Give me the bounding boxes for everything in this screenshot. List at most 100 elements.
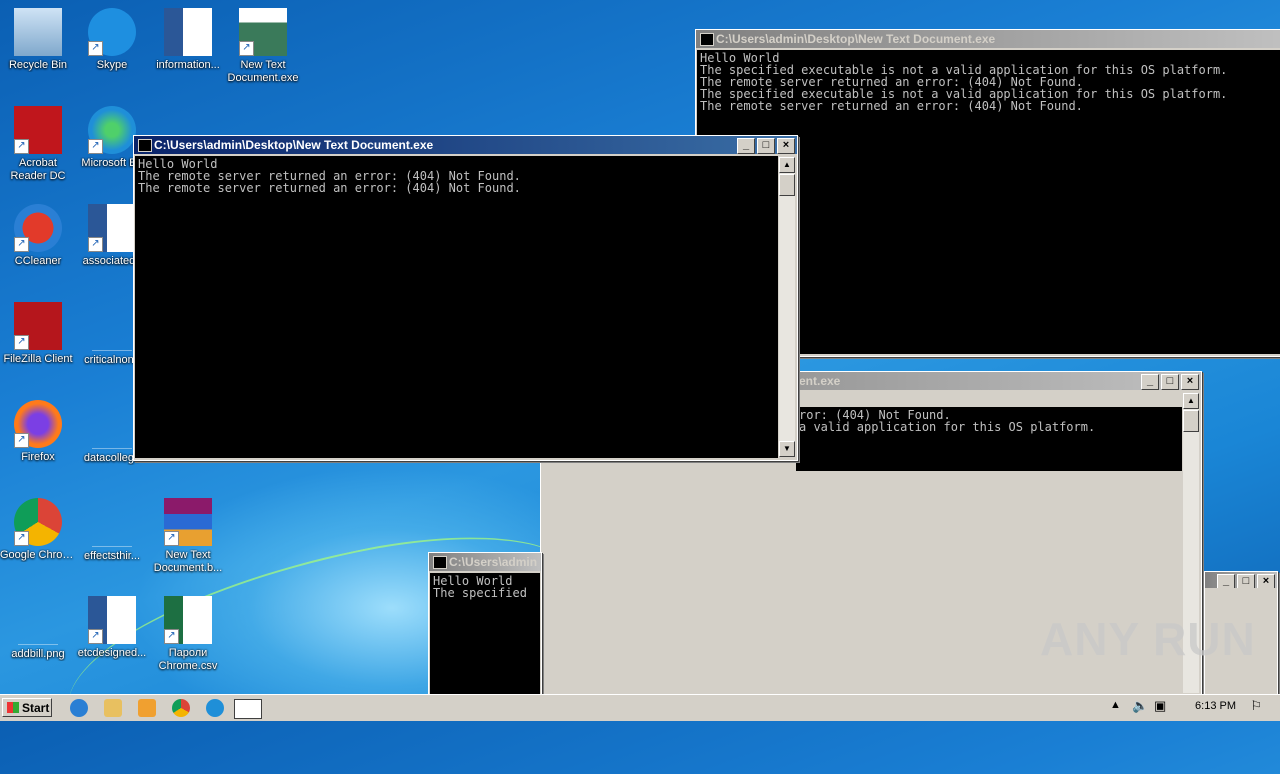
maximize-button[interactable]: □ [757,138,775,154]
desktop-icon-label: New Text Document.b... [153,549,223,574]
scroll-thumb[interactable] [1183,410,1199,432]
console-output: ror: (404) Not Found. a valid applicatio… [796,407,1182,471]
console-output: Hello World The specified [430,573,540,701]
vertical-scrollbar[interactable]: ▲ ▼ [779,157,795,457]
desktop-icon-label: Skype [96,59,128,71]
scroll-up-button[interactable]: ▲ [1183,393,1199,409]
window-title: ent.exe [799,374,841,388]
media-player-icon[interactable] [138,699,156,717]
start-button[interactable]: Start [2,698,52,717]
shortcut-arrow-icon: ↗ [14,335,29,350]
window-title-bar[interactable]: _ □ × [1205,572,1277,588]
acrobat-icon: ↗ [14,106,62,154]
minimize-button[interactable]: _ [737,138,755,154]
console-window-main[interactable]: C:\Users\admin\Desktop\New Text Document… [133,135,798,461]
clock[interactable]: 6:13 PM [1195,700,1236,712]
shortcut-arrow-icon: ↗ [14,531,29,546]
edge-icon: ↗ [88,106,136,154]
desktop-icon-firefox[interactable]: ↗ Firefox [0,400,76,464]
close-button[interactable]: × [1181,374,1199,390]
ccleaner-icon: ↗ [14,204,62,252]
scroll-thumb[interactable] [779,174,795,196]
desktop-icon-label: Acrobat Reader DC [10,157,66,182]
shortcut-arrow-icon: ↗ [88,41,103,56]
blank-file-icon [18,596,58,645]
desktop-icon-recycle-bin[interactable]: Recycle Bin [0,8,76,72]
window-title-bar[interactable]: C:\Users\admin [429,553,541,571]
console-icon[interactable] [234,699,262,719]
shortcut-arrow-icon: ↗ [88,139,103,154]
firefox-icon: ↗ [14,400,62,448]
desktop-icon-addbill[interactable]: addbill.png [0,596,76,661]
window-title: C:\Users\admin\Desktop\New Text Document… [154,138,434,152]
desktop-icon-label: Firefox [21,451,55,463]
scroll-up-button[interactable]: ▲ [779,157,795,173]
skype-icon: ↗ [88,8,136,56]
ie-icon[interactable] [70,699,88,717]
desktop-icon-google-chrome[interactable]: ↗ Google Chrome [0,498,76,562]
close-button[interactable]: × [777,138,795,154]
shortcut-arrow-icon: ↗ [14,139,29,154]
console-window-bottom-small[interactable]: C:\Users\admin Hello World The specified [428,552,542,702]
volume-icon[interactable]: 🔈 [1132,698,1148,714]
desktop-icon-filezilla[interactable]: ↗ FileZilla Client [0,302,76,366]
shortcut-arrow-icon: ↗ [14,237,29,252]
word-document-icon: ↗ [88,204,136,252]
maximize-button[interactable]: □ [1237,574,1255,588]
minimize-button[interactable]: _ [1141,374,1159,390]
blank-file-icon [92,498,132,547]
desktop-icon-paroli-chrome[interactable]: ↗ Пароли Chrome.csv [150,596,226,673]
shortcut-arrow-icon: ↗ [88,629,103,644]
desktop-icon-acrobat-reader[interactable]: ↗ Acrobat Reader DC [0,106,76,183]
word-document-icon [164,8,212,56]
explorer-icon[interactable] [104,699,122,717]
desktop-icon-etcdesigned[interactable]: ↗ etcdesigned... [74,596,150,660]
chrome-icon: ↗ [14,498,62,546]
network-icon[interactable]: ▣ [1154,698,1166,714]
blank-file-icon [92,400,132,449]
shortcut-arrow-icon: ↗ [239,41,254,56]
desktop-icon-label: CCleaner [14,255,62,267]
desktop-icon-new-text-document-b[interactable]: ↗ New Text Document.b... [150,498,226,575]
desktop-icon-ccleaner[interactable]: ↗ CCleaner [0,204,76,268]
window-title: C:\Users\admin\Desktop\New Text Document… [716,32,996,46]
shortcut-arrow-icon: ↗ [164,629,179,644]
desktop-icon-information[interactable]: information... [150,8,226,72]
window-title: C:\Users\admin [449,555,538,569]
console-icon [433,556,447,569]
blank-file-icon [92,302,132,351]
filezilla-icon: ↗ [14,302,62,350]
console-output: Hello World The remote server returned a… [135,156,778,458]
scroll-down-button[interactable]: ▼ [779,441,795,457]
close-button[interactable]: × [1257,574,1275,588]
anyrun-watermark: ANY RUN [1040,613,1256,665]
recycle-bin-icon [14,8,62,56]
maximize-button[interactable]: □ [1161,374,1179,390]
desktop-icon-label: addbill.png [11,648,65,660]
desktop-icon-label: effectsthir... [83,550,141,562]
desktop-icon-label: Google Chrome [0,549,76,561]
taskbar: Start ▲ 🔈 ▣ 6:13 PM ⚐ [0,694,1280,721]
chevron-up-icon[interactable]: ▲ [1110,699,1121,711]
windows-flag-icon [7,702,19,713]
console-icon [138,139,152,152]
system-tray: ▲ 🔈 ▣ 6:13 PM ⚐ [1100,698,1280,717]
exe-window-icon: ↗ [239,8,287,56]
edge-icon[interactable] [206,699,224,717]
desktop-icon-effectsthir[interactable]: effectsthir... [74,498,150,563]
excel-csv-icon: ↗ [164,596,212,644]
desktop-icon-skype[interactable]: ↗ Skype [74,8,150,72]
desktop-icon-new-text-document-exe[interactable]: ↗ New Text Document.exe [225,8,301,85]
desktop-icon-label: FileZilla Client [3,353,73,365]
chrome-icon[interactable] [172,699,190,717]
minimize-button[interactable]: _ [1217,574,1235,588]
desktop-icon-label: New Text Document.exe [227,59,299,84]
window-title-bar[interactable]: C:\Users\admin\Desktop\New Text Document… [134,136,797,154]
shortcut-arrow-icon: ↗ [88,237,103,252]
flag-icon[interactable]: ⚐ [1250,698,1262,714]
window-title-bar[interactable]: C:\Users\admin\Desktop\New Text Document… [696,30,1280,48]
console-icon [700,33,714,46]
desktop-icon-label: Пароли Chrome.csv [158,647,218,672]
start-label: Start [22,701,50,715]
desktop-icon-label: Recycle Bin [8,59,68,71]
